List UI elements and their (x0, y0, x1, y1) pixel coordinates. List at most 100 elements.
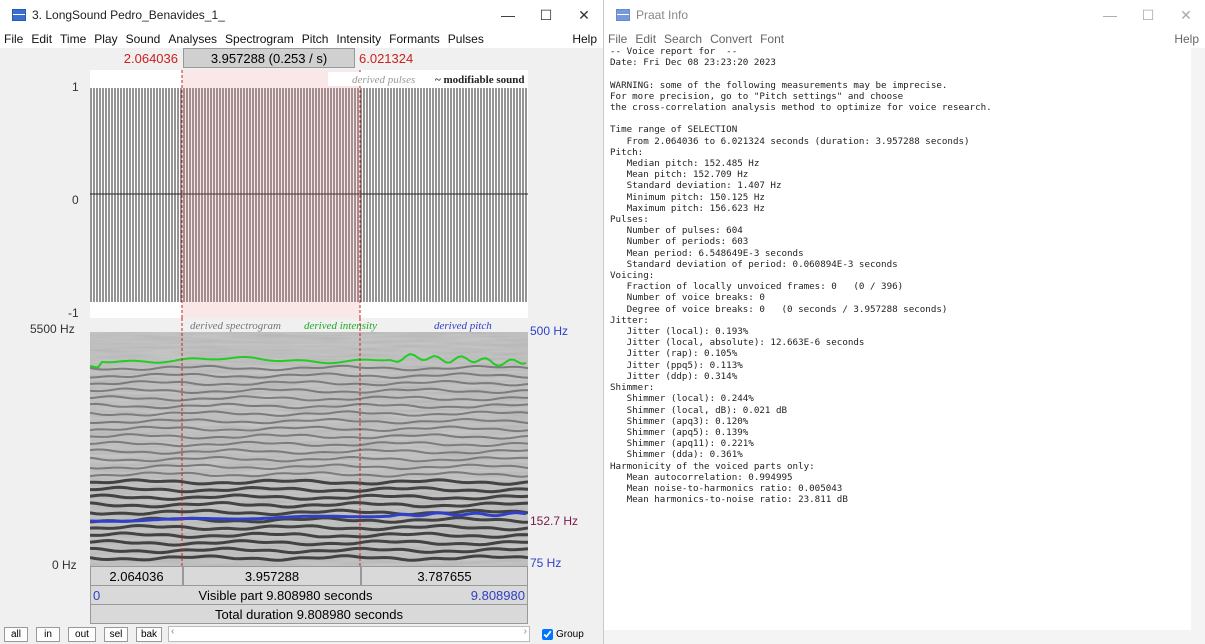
editor-title: 3. LongSound Pedro_Benavides_1_ (32, 8, 225, 22)
report-line: Jitter (ppq5): 0.113% (626, 359, 743, 371)
pitch-bottom-label: 75 Hz (530, 556, 562, 570)
menu-file[interactable]: File (4, 32, 23, 46)
menu-pitch[interactable]: Pitch (302, 32, 329, 46)
menu-time[interactable]: Time (60, 32, 86, 46)
info-menu-font[interactable]: Font (760, 32, 784, 46)
group-checkbox-wrapper[interactable]: Group (542, 628, 584, 640)
info-maximize-button[interactable]: ☐ (1129, 7, 1167, 24)
total-duration-bar[interactable]: Total duration 9.808980 seconds (90, 604, 528, 624)
segment-before-selection[interactable]: 2.064036 (90, 566, 183, 586)
report-line: Degree of voice breaks: 0 (0 seconds / 3… (626, 303, 948, 315)
report-line: Median pitch: 152.485 Hz (626, 158, 760, 170)
menu-edit[interactable]: Edit (31, 32, 52, 46)
report-line: -- Voice report for -- (610, 46, 738, 57)
report-line: Mean autocorrelation: 0.994995 (626, 471, 793, 483)
info-menu-file[interactable]: File (608, 32, 627, 46)
report-line: Jitter (ddp): 0.314% (626, 370, 738, 382)
praat-app-icon (12, 9, 26, 21)
report-line: Number of pulses: 604 (626, 225, 743, 237)
report-line: the cross-correlation analysis method to… (610, 102, 992, 114)
maximize-button[interactable]: ☐ (527, 7, 565, 24)
report-line: Date: Fri Dec 08 23:23:20 2023 (610, 57, 776, 69)
info-titlebar: Praat Info — ☐ ✕ (604, 0, 1205, 30)
editor-button-row: all in out sel bak ‹ › Group (0, 624, 603, 644)
legend-derived-spectrogram: derived spectrogram (190, 320, 281, 332)
report-line: Standard deviation: 1.407 Hz (626, 180, 782, 192)
visible-part-bar[interactable]: 0 Visible part 9.808980 seconds 9.808980 (90, 585, 528, 605)
report-line: Mean noise-to-harmonics ratio: 0.005043 (626, 482, 843, 494)
report-line: Shimmer: (610, 382, 655, 394)
visible-end-time: 9.808980 (470, 587, 525, 603)
time-scrollbar[interactable]: ‹ › (168, 626, 530, 642)
report-line: Fraction of locally unvoiced frames: 0 (… (626, 281, 904, 293)
info-minimize-button[interactable]: — (1091, 7, 1129, 24)
info-menu-help[interactable]: Help (1174, 32, 1199, 46)
report-line: Shimmer (local, dB): 0.021 dB (626, 404, 788, 416)
editor-titlebar: 3. LongSound Pedro_Benavides_1_ — ☐ ✕ (0, 0, 603, 30)
voice-report-text[interactable]: -- Voice report for -- Date: Fri Dec 08 … (610, 46, 1190, 505)
info-menu-search[interactable]: Search (664, 32, 702, 46)
menu-play[interactable]: Play (94, 32, 117, 46)
legend-derived-intensity: derived intensity (304, 320, 377, 332)
zoom-sel-button[interactable]: sel (104, 626, 128, 642)
info-vertical-scrollbar[interactable] (1191, 48, 1205, 630)
scroll-right-arrow-icon[interactable]: › (524, 626, 527, 637)
selection-start-time: 2.064036 (123, 50, 178, 66)
report-line: Time range of SELECTION (610, 124, 738, 136)
pitch-value-label: 152.7 Hz (530, 514, 579, 528)
menu-spectrogram[interactable]: Spectrogram (225, 32, 294, 46)
report-line: Mean harmonics-to-noise ratio: 23.811 dB (626, 494, 848, 506)
report-line: Shimmer (local): 0.244% (626, 393, 754, 405)
legend-derived-pitch: derived pitch (434, 320, 492, 332)
report-line: Jitter: (610, 314, 649, 326)
report-line: Shimmer (apq11): 0.221% (626, 438, 754, 450)
segment-after-selection[interactable]: 3.787655 (361, 566, 528, 586)
info-horizontal-scrollbar[interactable] (604, 630, 1205, 644)
pitch-top-label: 500 Hz (530, 324, 569, 338)
info-title: Praat Info (636, 8, 689, 22)
menu-pulses[interactable]: Pulses (448, 32, 484, 46)
report-line: Number of voice breaks: 0 (626, 292, 765, 304)
zoom-out-button[interactable]: out (68, 626, 96, 642)
report-line: For more precision, go to "Pitch setting… (610, 90, 904, 102)
wave-yzero-label: 0 (72, 193, 79, 207)
report-line: Minimum pitch: 150.125 Hz (626, 191, 765, 203)
info-close-button[interactable]: ✕ (1167, 7, 1205, 24)
spectrogram-plot[interactable]: derived spectrogram derived intensity de… (90, 318, 528, 568)
zoom-all-button[interactable]: all (4, 626, 28, 642)
spectro-freq-top-label: 5500 Hz (30, 322, 75, 336)
report-line: Shimmer (apq5): 0.139% (626, 426, 749, 438)
selection-duration-button[interactable]: 3.957288 (0.253 / s) (183, 48, 355, 68)
report-line: Jitter (local): 0.193% (626, 326, 749, 338)
report-line: Shimmer (apq3): 0.120% (626, 415, 749, 427)
legend-modifiable-sound: ~ modifiable sound (435, 74, 524, 86)
close-button[interactable]: ✕ (565, 7, 603, 24)
report-line: Jitter (rap): 0.105% (626, 348, 738, 360)
segment-selection[interactable]: 3.957288 (183, 566, 361, 586)
menu-sound[interactable]: Sound (126, 32, 161, 46)
report-line: From 2.064036 to 6.021324 seconds (durat… (626, 135, 970, 147)
sound-editor-window: 3. LongSound Pedro_Benavides_1_ — ☐ ✕ Fi… (0, 0, 604, 644)
wave-ymin-label: -1 (68, 306, 79, 320)
menu-intensity[interactable]: Intensity (336, 32, 381, 46)
zoom-back-button[interactable]: bak (136, 626, 162, 642)
report-line: Mean period: 6.548649E-3 seconds (626, 247, 804, 259)
minimize-button[interactable]: — (489, 7, 527, 24)
report-line: WARNING: some of the following measureme… (610, 79, 948, 91)
menu-formants[interactable]: Formants (389, 32, 440, 46)
report-line: Pitch: (610, 146, 644, 158)
zoom-in-button[interactable]: in (36, 626, 60, 642)
report-line: Pulses: (610, 214, 649, 226)
scroll-left-arrow-icon[interactable]: ‹ (171, 626, 174, 637)
praat-info-icon (616, 9, 630, 21)
group-checkbox[interactable] (542, 628, 553, 640)
report-line: Jitter (local, absolute): 12.663E-6 seco… (626, 337, 865, 349)
wave-selection-highlight (182, 70, 360, 318)
menu-analyses[interactable]: Analyses (168, 32, 217, 46)
report-line: Shimmer (dda): 0.361% (626, 449, 743, 461)
menu-help[interactable]: Help (572, 32, 597, 46)
info-menu-edit[interactable]: Edit (635, 32, 656, 46)
visible-part-label: Visible part 9.808980 seconds (198, 587, 373, 603)
info-menu-convert[interactable]: Convert (710, 32, 752, 46)
waveform-plot[interactable]: derived pulses ~ modifiable sound (90, 70, 528, 318)
